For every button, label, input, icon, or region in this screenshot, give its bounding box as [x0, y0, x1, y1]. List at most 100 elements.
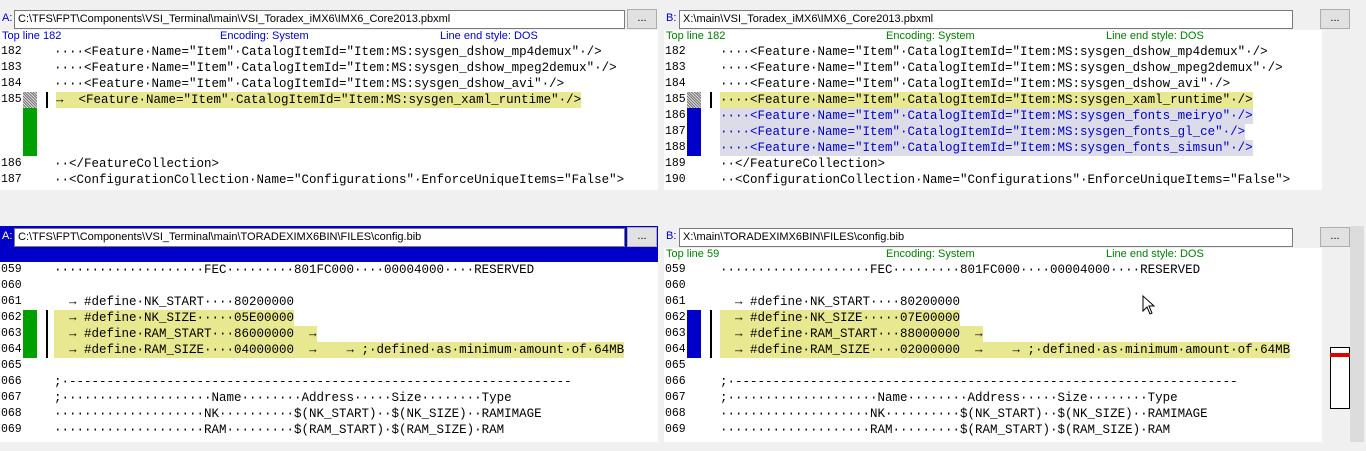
top-right-pane: B: X:\main\VSI_Toradex_iMX6\IMX6_Core201… [664, 8, 1350, 190]
side-label: A: [2, 12, 13, 24]
line-number: 067 [665, 391, 686, 404]
line-text: ····<Feature·Name="Item"·CatalogItemId="… [720, 45, 1268, 59]
code-line: 059 ····················FEC·········801FC… [664, 262, 1322, 278]
line-number: 190 [665, 173, 686, 186]
code-line-inserted: 186 ····<Feature·Name="Item"·CatalogItemI… [664, 108, 1322, 124]
file-bar: A: C:\TFS\FPT\Components\VSI_Terminal\ma… [0, 8, 658, 30]
diff-gutter-marker [23, 310, 37, 326]
line-number: 060 [665, 279, 686, 292]
line-number: 187 [665, 125, 686, 138]
line-number: 063 [665, 327, 686, 340]
browse-button[interactable]: ... [1320, 9, 1350, 29]
code-view[interactable]: 059 ····················FEC·········801FC… [664, 262, 1322, 438]
line-text: → #define·RAM_START···86000000 → [54, 326, 317, 342]
code-line-changed: 062 → #define·NK_SIZE·····05E00000 [0, 310, 658, 326]
diff-gutter-marker [23, 108, 37, 156]
line-text: ··</FeatureCollection> [54, 157, 220, 171]
line-text: ····················RAM·········$(RAM_ST… [54, 423, 505, 437]
code-view[interactable]: 182 ····<Feature·Name="Item"·CatalogItemI… [0, 44, 658, 188]
status-bar: Top line 182 Encoding: System Line end s… [0, 30, 658, 44]
line-text: ;·--------------------------------------… [54, 375, 572, 389]
encoding-status: Encoding: System [220, 248, 309, 260]
line-text: ····················NK··········$(NK_STA… [54, 407, 542, 421]
file-path-input[interactable]: X:\main\TORADEXIMX6BIN\FILES\config.bib [679, 228, 1293, 247]
line-end-status: Line end style: DOS [1106, 248, 1204, 260]
code-line-changed: 064 → #define·RAM_SIZE····04000000 → → ;… [0, 342, 658, 358]
code-line-inserted: 187 ····<Feature·Name="Item"·CatalogItemI… [664, 124, 1322, 140]
file-path-input[interactable]: X:\main\VSI_Toradex_iMX6\IMX6_Core2013.p… [679, 10, 1293, 29]
file-bar: A: C:\TFS\FPT\Components\VSI_Terminal\ma… [0, 226, 658, 248]
code-view[interactable]: 182 ····<Feature·Name="Item"·CatalogItemI… [664, 44, 1322, 188]
code-line: 183 ····<Feature·Name="Item"·CatalogItemI… [664, 60, 1322, 76]
file-bar: B: X:\main\VSI_Toradex_iMX6\IMX6_Core201… [664, 8, 1350, 30]
line-number: 065 [665, 359, 686, 372]
code-line: 186 ··</FeatureCollection> [0, 156, 658, 172]
top-line-status: Top line 182 [2, 30, 62, 42]
line-text: ····<Feature·Name="Item"·CatalogItemId="… [54, 61, 617, 75]
line-text: ··<ConfigurationCollection·Name="Configu… [54, 173, 625, 187]
line-number: 068 [1, 407, 22, 420]
line-number: 069 [665, 423, 686, 436]
status-bar: Top line 59 Encoding: System Line end st… [664, 248, 1322, 262]
code-line: 068 ····················NK··········$(NK_… [664, 406, 1322, 422]
code-line: 061 → #define·NK_START····80200000 [664, 294, 1322, 310]
line-number: 066 [1, 375, 22, 388]
diff-overview-marker [1330, 353, 1350, 357]
line-end-status: Line end style: DOS [420, 248, 518, 260]
browse-button[interactable]: ... [1320, 227, 1350, 247]
caret [710, 326, 712, 342]
code-line: 065 [0, 358, 658, 374]
line-number: 067 [1, 391, 22, 404]
code-line-changed: 185 → <Feature·Name="Item"·CatalogItemId=… [0, 92, 658, 108]
line-text: ····<Feature·Name="Item"·CatalogItemId="… [54, 77, 565, 91]
line-number: 184 [1, 77, 22, 90]
line-number: 182 [665, 45, 686, 58]
line-text: → #define·RAM_SIZE····04000000 → → ;·def… [54, 342, 625, 358]
line-text: ;·--------------------------------------… [720, 375, 1238, 389]
file-path-input[interactable]: C:\TFS\FPT\Components\VSI_Terminal\main\… [14, 10, 625, 29]
side-label: B: [666, 12, 677, 24]
code-line: 065 [664, 358, 1322, 374]
bottom-left-pane: A: C:\TFS\FPT\Components\VSI_Terminal\ma… [0, 226, 658, 442]
status-bar: Top line 182 Encoding: System Line end s… [664, 30, 1322, 44]
code-line: 182 ····<Feature·Name="Item"·CatalogItemI… [664, 44, 1322, 60]
diff-gutter-marker [687, 342, 701, 358]
diff-gutter-marker [23, 92, 37, 108]
vertical-scrollbar[interactable] [1350, 226, 1364, 442]
status-bar: Top line 59 Encoding: System Line end st… [0, 248, 658, 262]
diff-gutter-marker [23, 342, 37, 358]
code-view[interactable]: 059 ····················FEC·········801FC… [0, 262, 658, 438]
code-line-inserted: 188 ····<Feature·Name="Item"·CatalogItemI… [664, 140, 1322, 156]
line-text: ····<Feature·Name="Item"·CatalogItemId="… [720, 92, 1253, 108]
top-left-pane: A: C:\TFS\FPT\Components\VSI_Terminal\ma… [0, 8, 658, 190]
file-path-input[interactable]: C:\TFS\FPT\Components\VSI_Terminal\main\… [14, 228, 625, 247]
code-line-changed: 062 → #define·NK_SIZE·····07E00000 [664, 310, 1322, 326]
code-line-changed: 064 → #define·RAM_SIZE····02000000 → → ;… [664, 342, 1322, 358]
mouse-pointer-icon [1142, 295, 1156, 315]
line-text: ··</FeatureCollection> [720, 157, 886, 171]
side-label: B: [666, 230, 677, 242]
line-number: 064 [1, 343, 22, 356]
browse-button[interactable]: ... [627, 227, 657, 247]
line-end-status: Line end style: DOS [440, 30, 538, 42]
line-text: ····················FEC·········801FC000… [720, 263, 1201, 277]
line-number: 062 [665, 311, 686, 324]
top-line-status: Top line 182 [666, 30, 726, 42]
line-number: 183 [1, 61, 22, 74]
line-number: 185 [1, 93, 22, 106]
line-text: ····<Feature·Name="Item"·CatalogItemId="… [720, 77, 1231, 91]
line-text: → #define·NK_START····80200000 [720, 295, 961, 309]
line-number: 059 [1, 263, 22, 276]
caret [710, 92, 712, 108]
code-line: 187 ··<ConfigurationCollection·Name="Conf… [0, 172, 658, 188]
line-number: 187 [1, 173, 22, 186]
code-line: 068 ····················NK··········$(NK_… [0, 406, 658, 422]
line-text: ····<Feature·Name="Item"·CatalogItemId="… [54, 45, 602, 59]
code-line: 066 ;·-----------------------------------… [0, 374, 658, 390]
code-line: 067 ;····················Name········Addr… [664, 390, 1322, 406]
line-text: → #define·NK_SIZE·····05E00000 [54, 310, 295, 326]
line-text: ··<ConfigurationCollection·Name="Configu… [720, 173, 1291, 187]
line-number: 065 [1, 359, 22, 372]
browse-button[interactable]: ... [627, 9, 657, 29]
caret [46, 326, 48, 342]
